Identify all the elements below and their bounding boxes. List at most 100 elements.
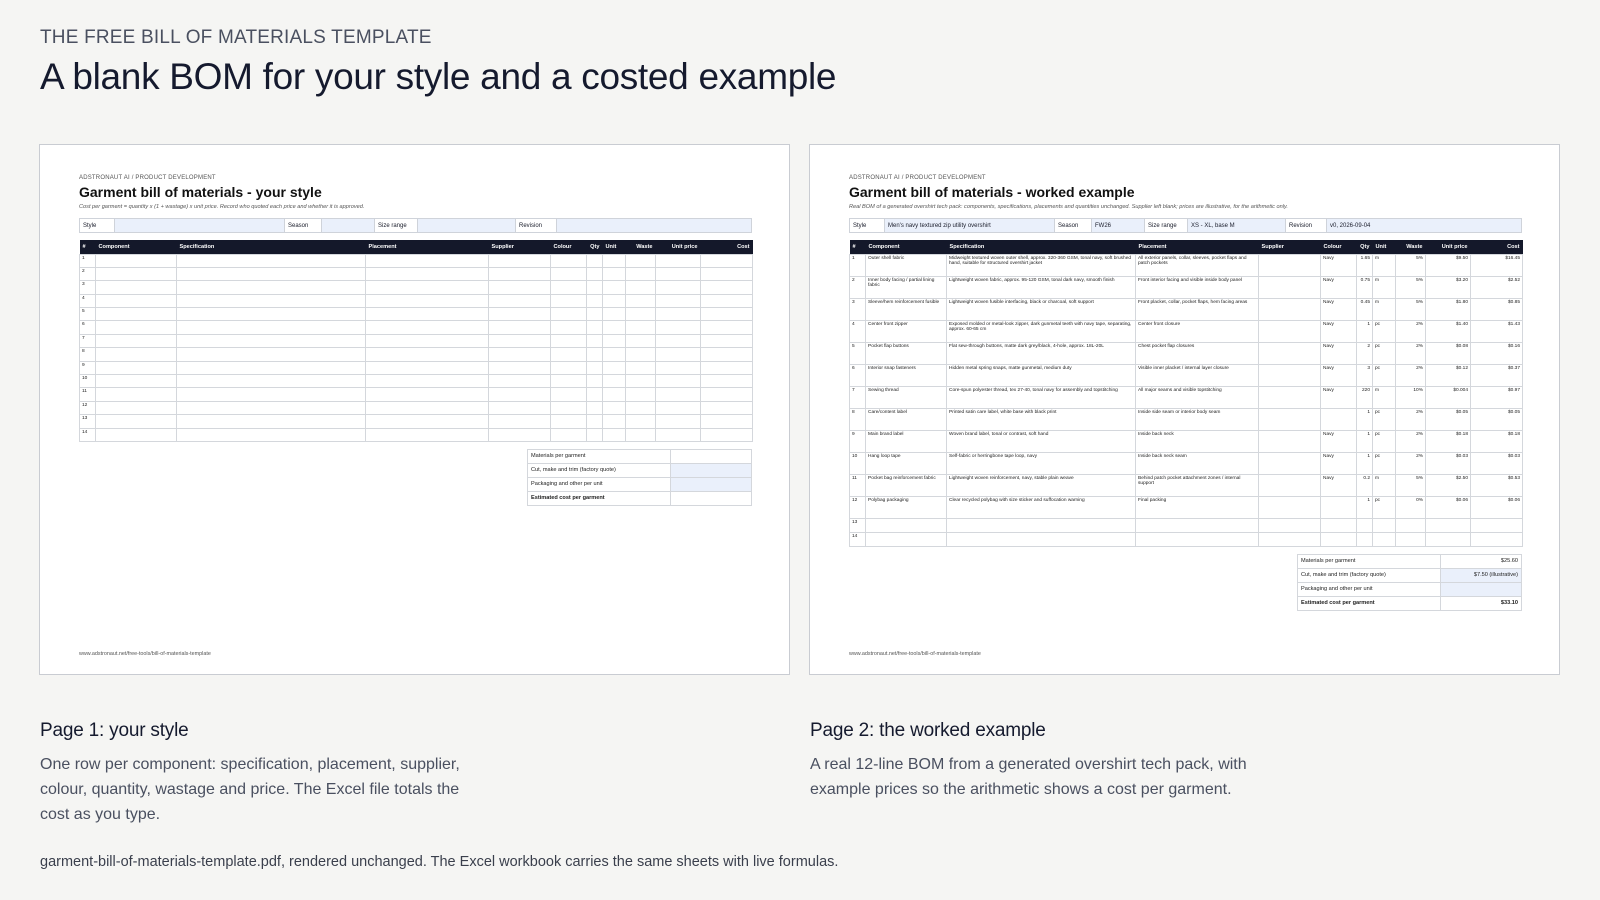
editable-cell[interactable]	[488, 387, 551, 402]
editable-cell[interactable]	[550, 266, 587, 282]
editable-cell[interactable]	[488, 266, 551, 282]
editable-cell[interactable]	[365, 414, 489, 429]
editable-cell[interactable]	[625, 320, 656, 335]
editable-cell[interactable]	[700, 320, 753, 335]
editable-cell[interactable]	[550, 293, 587, 309]
editable-cell[interactable]	[550, 307, 587, 322]
editable-cell[interactable]	[602, 333, 626, 349]
editable-cell[interactable]	[95, 266, 177, 282]
editable-cell[interactable]	[176, 387, 366, 402]
editable-cell[interactable]	[586, 293, 603, 309]
editable-cell[interactable]	[488, 347, 551, 362]
editable-cell[interactable]	[365, 307, 489, 322]
editable-cell[interactable]	[176, 427, 366, 442]
editable-cell[interactable]	[365, 387, 489, 402]
editable-cell[interactable]	[176, 400, 366, 416]
editable-cell[interactable]	[95, 387, 177, 402]
editable-cell[interactable]	[625, 280, 656, 295]
editable-cell[interactable]	[586, 414, 603, 429]
editable-cell[interactable]	[365, 293, 489, 309]
editable-cell[interactable]	[655, 333, 701, 349]
editable-cell[interactable]	[602, 400, 626, 416]
editable-cell[interactable]	[625, 387, 656, 402]
editable-cell[interactable]	[176, 374, 366, 389]
editable-cell[interactable]	[602, 414, 626, 429]
editable-cell[interactable]	[602, 360, 626, 376]
editable-cell[interactable]	[550, 333, 587, 349]
editable-cell[interactable]	[655, 414, 701, 429]
editable-cell[interactable]	[700, 347, 753, 362]
editable-cell[interactable]	[625, 374, 656, 389]
editable-cell[interactable]	[365, 360, 489, 376]
editable-cell[interactable]	[655, 253, 701, 268]
editable-cell[interactable]	[655, 320, 701, 335]
editable-cell[interactable]	[655, 307, 701, 322]
editable-cell[interactable]	[176, 293, 366, 309]
editable-cell[interactable]	[550, 400, 587, 416]
editable-cell[interactable]	[488, 307, 551, 322]
editable-cell[interactable]	[602, 347, 626, 362]
editable-cell[interactable]	[586, 280, 603, 295]
editable-cell[interactable]	[655, 374, 701, 389]
editable-cell[interactable]	[365, 427, 489, 442]
editable-cell[interactable]	[586, 333, 603, 349]
editable-cell[interactable]	[700, 427, 753, 442]
editable-cell[interactable]	[176, 333, 366, 349]
editable-cell[interactable]	[95, 333, 177, 349]
editable-cell[interactable]	[365, 374, 489, 389]
editable-cell[interactable]	[700, 293, 753, 309]
editable-cell[interactable]	[586, 427, 603, 442]
editable-cell[interactable]	[655, 427, 701, 442]
editable-cell[interactable]	[602, 266, 626, 282]
editable-cell[interactable]	[488, 333, 551, 349]
editable-cell[interactable]	[95, 293, 177, 309]
editable-cell[interactable]	[95, 253, 177, 268]
editable-cell[interactable]	[655, 280, 701, 295]
editable-cell[interactable]	[365, 266, 489, 282]
editable-cell[interactable]	[625, 400, 656, 416]
totals-value[interactable]	[670, 462, 752, 478]
editable-cell[interactable]	[550, 347, 587, 362]
editable-cell[interactable]	[625, 333, 656, 349]
editable-cell[interactable]	[586, 320, 603, 335]
editable-cell[interactable]	[625, 360, 656, 376]
editable-cell[interactable]	[176, 307, 366, 322]
editable-cell[interactable]	[95, 374, 177, 389]
editable-cell[interactable]	[365, 333, 489, 349]
editable-cell[interactable]	[550, 320, 587, 335]
editable-cell[interactable]	[586, 253, 603, 268]
totals-value[interactable]	[670, 448, 752, 464]
editable-cell[interactable]	[700, 400, 753, 416]
editable-cell[interactable]	[550, 427, 587, 442]
editable-cell[interactable]	[700, 253, 753, 268]
editable-cell[interactable]	[176, 360, 366, 376]
editable-cell[interactable]	[700, 307, 753, 322]
editable-cell[interactable]	[488, 253, 551, 268]
editable-cell[interactable]	[586, 387, 603, 402]
editable-cell[interactable]	[176, 320, 366, 335]
editable-cell[interactable]	[550, 374, 587, 389]
editable-cell[interactable]	[488, 414, 551, 429]
editable-cell[interactable]	[586, 307, 603, 322]
editable-cell[interactable]	[625, 266, 656, 282]
editable-cell[interactable]	[95, 307, 177, 322]
editable-cell[interactable]	[625, 253, 656, 268]
editable-cell[interactable]	[586, 266, 603, 282]
editable-cell[interactable]	[95, 347, 177, 362]
editable-cell[interactable]	[602, 374, 626, 389]
editable-cell[interactable]	[176, 347, 366, 362]
editable-cell[interactable]	[95, 400, 177, 416]
editable-cell[interactable]	[700, 280, 753, 295]
editable-cell[interactable]	[700, 374, 753, 389]
editable-cell[interactable]	[550, 414, 587, 429]
editable-cell[interactable]	[586, 360, 603, 376]
editable-cell[interactable]	[700, 333, 753, 349]
editable-cell[interactable]	[602, 320, 626, 335]
editable-cell[interactable]	[586, 400, 603, 416]
editable-cell[interactable]	[625, 307, 656, 322]
editable-cell[interactable]	[488, 320, 551, 335]
editable-cell[interactable]	[488, 360, 551, 376]
editable-cell[interactable]	[365, 320, 489, 335]
editable-cell[interactable]	[655, 293, 701, 309]
editable-cell[interactable]	[488, 293, 551, 309]
